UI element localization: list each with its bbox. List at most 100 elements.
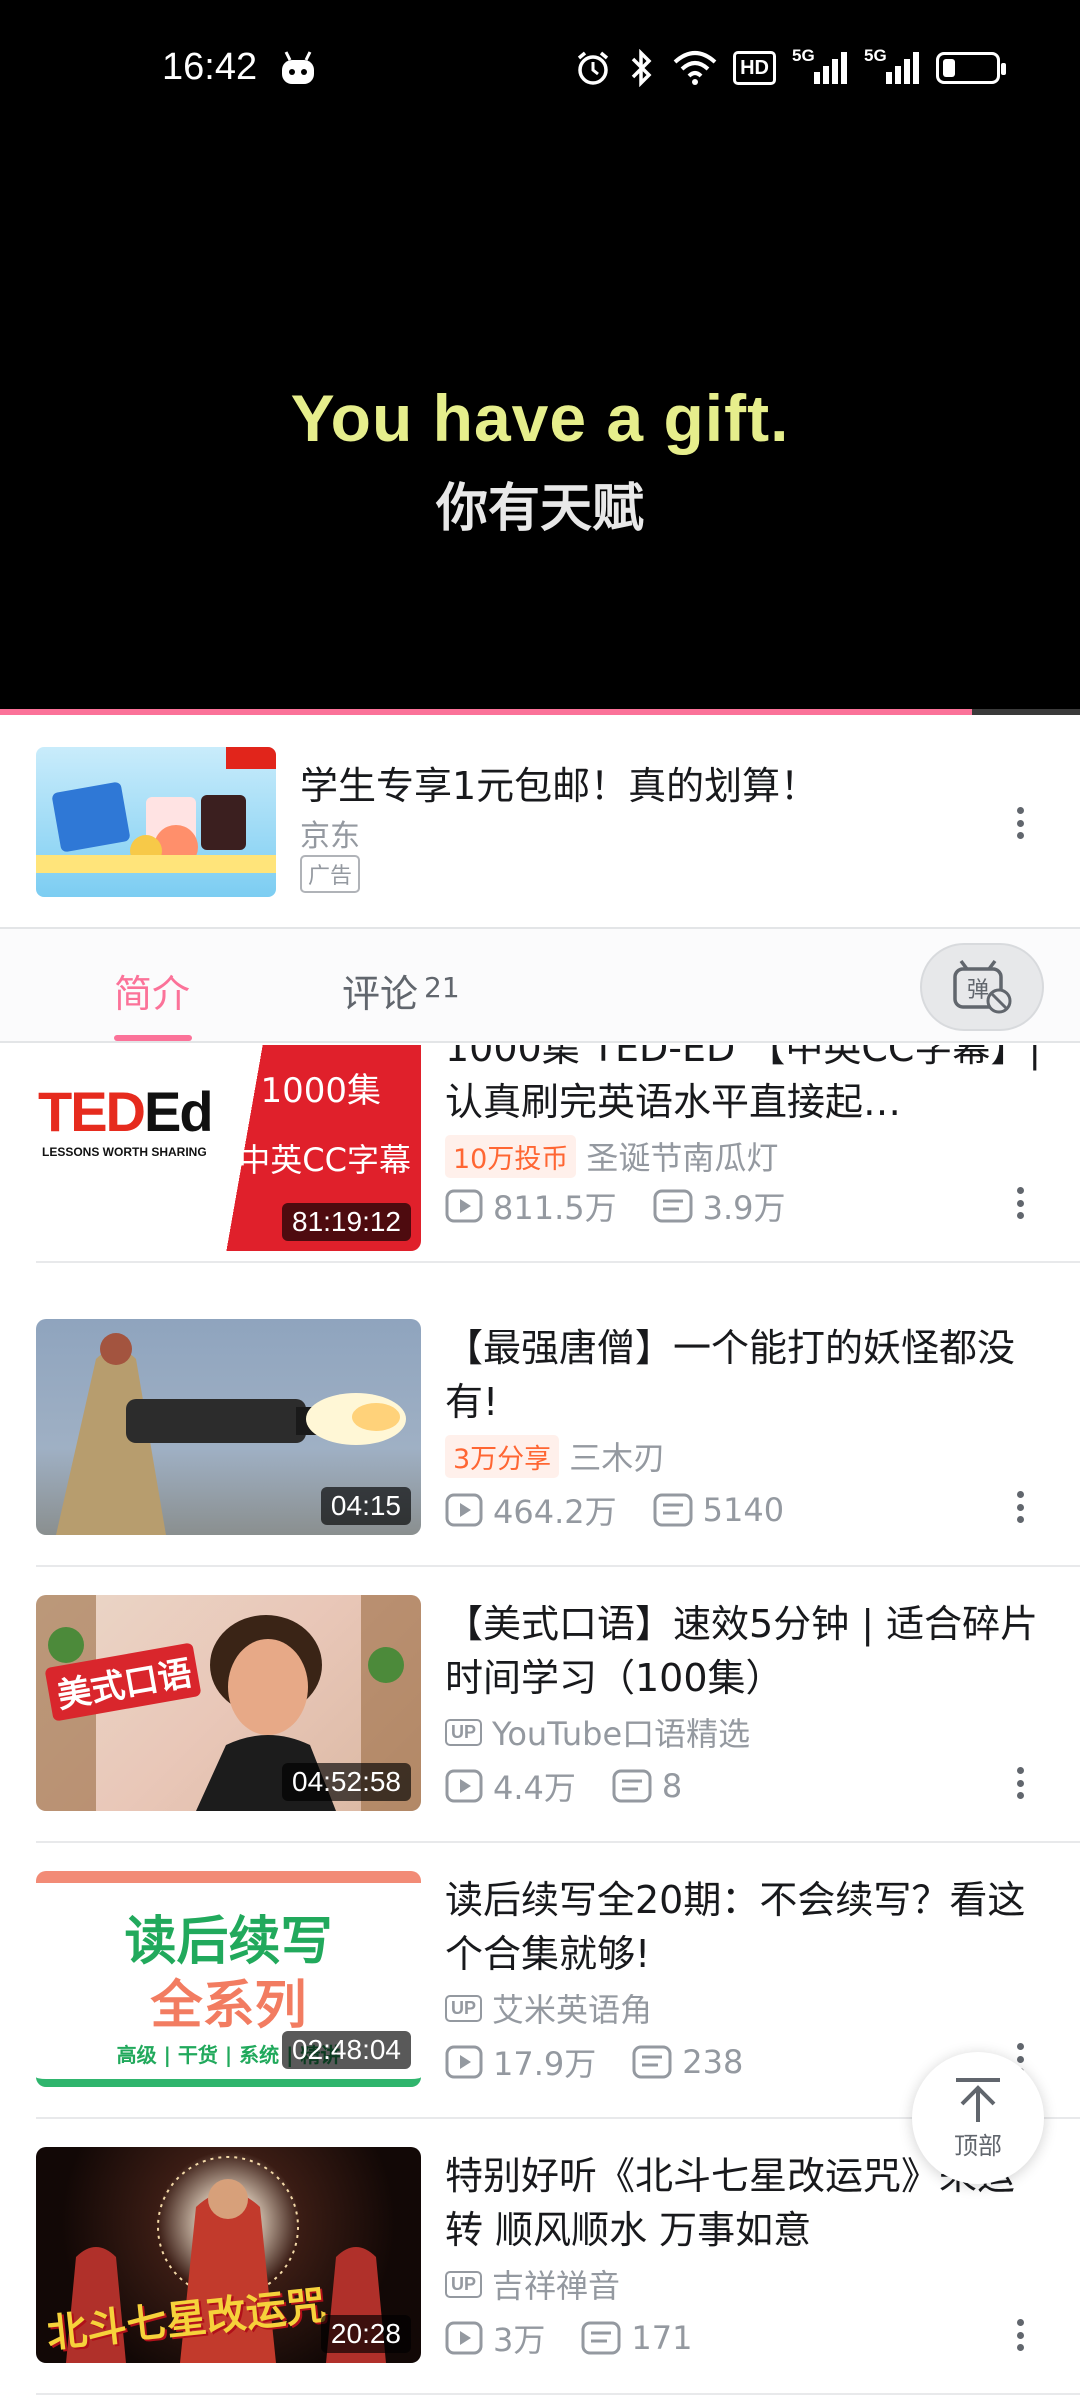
video-author[interactable]: 艾米英语角	[492, 1985, 652, 2031]
more-dot	[1016, 819, 1024, 827]
bluetooth-icon	[631, 49, 652, 87]
video-title[interactable]: 1000集 TED-ED 【中英CC字幕】| 认真刷完英语水平直接起…	[445, 1045, 1045, 1129]
danmaku-count: 8	[661, 1767, 683, 1805]
video-thumbnail[interactable]: TEDEd LESSONS WORTH SHARING 1000集 中英CC字幕…	[36, 1045, 421, 1251]
more-options-button[interactable]	[1010, 1763, 1030, 1803]
video-stats: 17.9万 238	[445, 2039, 779, 2085]
alarm-icon	[577, 51, 609, 85]
comment-count: 21	[424, 971, 460, 1005]
tab-comments[interactable]: 评论 21	[342, 963, 460, 1018]
tab-active-indicator	[114, 1035, 192, 1041]
video-author[interactable]: 三木刃	[569, 1433, 665, 1479]
danmaku-count: 5140	[702, 1491, 785, 1529]
danmaku-off-icon: 弹	[953, 959, 1012, 1014]
more-options-button[interactable]	[1010, 1183, 1030, 1223]
video-stats: 811.5万 3.9万	[445, 1183, 822, 1229]
danmaku-stat: 171	[581, 2319, 692, 2357]
video-duration: 20:28	[320, 2315, 411, 2353]
ad-badge: 广告	[300, 855, 361, 893]
signal-5g-icon: 5G	[864, 46, 920, 86]
up-badge: UP	[445, 2270, 483, 2298]
danmaku-count: 238	[682, 2043, 744, 2081]
danmaku-count-icon	[653, 1189, 693, 1223]
tab-comments-label: 评论	[342, 972, 419, 1016]
list-item[interactable]: 读后续写 全系列 高级 | 干货 | 系统 | 精讲 02:48:04 读后续写…	[0, 1843, 1080, 2119]
views-stat: 3万	[445, 2315, 545, 2361]
danmaku-count: 171	[631, 2319, 693, 2357]
play-count-icon	[445, 1189, 483, 1223]
back-to-top-button[interactable]: 顶部	[912, 2052, 1044, 2184]
tab-intro[interactable]: 简介	[114, 963, 190, 1018]
wifi-icon	[673, 51, 717, 85]
video-stats: 464.2万 5140	[445, 1487, 820, 1533]
video-title[interactable]: 【美式口语】速效5分钟 | 适合碎片时间学习（100集）	[445, 1597, 1045, 1705]
status-time: 16:42	[162, 46, 258, 88]
more-options-button[interactable]	[1010, 1487, 1030, 1527]
thumb-line-2: 全系列	[150, 1976, 307, 2036]
video-author[interactable]: 吉祥禅音	[492, 2261, 620, 2307]
play-count-icon	[445, 1493, 483, 1527]
thumb-slogan: LESSONS WORTH SHARING	[42, 1145, 207, 1159]
robot-icon	[282, 51, 314, 84]
list-divider	[36, 2393, 1080, 2395]
video-thumbnail[interactable]: 04:15	[36, 1319, 421, 1535]
danmaku-stat: 238	[632, 2043, 743, 2081]
ad-banner[interactable]: 学生专享1元包邮！真的划算！ 京东 广告	[0, 715, 1080, 927]
video-meta: 3万分享 三木刃	[445, 1433, 665, 1479]
video-duration: 02:48:04	[282, 2031, 411, 2069]
ad-title[interactable]: 学生专享1元包邮！真的划算！	[300, 755, 818, 810]
arrow-up-icon	[956, 2077, 1000, 2122]
battery-icon	[936, 52, 1006, 84]
video-player[interactable]: You have a gift. 你有天赋	[0, 130, 1080, 715]
up-badge: UP	[445, 1994, 483, 2022]
video-meta: UP 艾米英语角	[445, 1985, 652, 2031]
danmaku-count-icon	[653, 1493, 693, 1527]
related-video-list: TEDEd LESSONS WORTH SHARING 1000集 中英CC字幕…	[0, 1045, 1080, 2400]
views-stat: 464.2万	[445, 1487, 617, 1533]
views-stat: 4.4万	[445, 1763, 576, 1809]
list-item[interactable]: TEDEd LESSONS WORTH SHARING 1000集 中英CC字幕…	[0, 1045, 1080, 1291]
ad-thumbnail[interactable]	[36, 747, 276, 897]
danmaku-count-icon	[612, 1769, 652, 1803]
danmaku-stat: 5140	[653, 1491, 784, 1529]
view-count: 811.5万	[493, 1189, 617, 1227]
more-options-button[interactable]	[1010, 2315, 1030, 2355]
video-author[interactable]: 圣诞节南瓜灯	[586, 1133, 778, 1179]
view-count: 3万	[493, 2321, 546, 2359]
thumb-cc-label: 中英CC字幕	[238, 1141, 411, 1179]
video-thumbnail[interactable]: 读后续写 全系列 高级 | 干货 | 系统 | 精讲 02:48:04	[36, 1871, 421, 2087]
video-title[interactable]: 读后续写全20期：不会续写？看这个合集就够!	[445, 1873, 1045, 1981]
list-divider	[36, 1261, 1080, 1263]
video-thumbnail[interactable]: 美式口语 04:52:58	[36, 1595, 421, 1811]
subtitle-chinese: 你有天赋	[435, 479, 644, 539]
thumb-episode-count: 1000集	[260, 1071, 381, 1111]
list-item[interactable]: 美式口语 04:52:58 【美式口语】速效5分钟 | 适合碎片时间学习（100…	[0, 1567, 1080, 1843]
danmaku-count-icon	[632, 2045, 672, 2079]
danmaku-toggle-button[interactable]: 弹	[920, 943, 1044, 1031]
ad-source: 京东	[300, 819, 360, 854]
signal-5g-icon: 5G	[792, 46, 848, 86]
subtitle-english: You have a gift.	[290, 381, 790, 455]
video-meta: UP 吉祥禅音	[445, 2261, 620, 2307]
video-author[interactable]: YouTube口语精选	[492, 1709, 750, 1755]
video-tag: 3万分享	[445, 1434, 560, 1478]
tab-intro-label: 简介	[114, 972, 191, 1016]
ad-more-button[interactable]	[1010, 803, 1030, 843]
list-item[interactable]: 04:15 【最强唐僧】一个能打的妖怪都没有! 3万分享 三木刃 464.2万 …	[0, 1291, 1080, 1567]
danmaku-glyph: 弹	[967, 978, 989, 1003]
video-tag: 10万投币	[445, 1134, 577, 1178]
play-count-icon	[445, 1769, 483, 1803]
video-stats: 4.4万 8	[445, 1763, 718, 1809]
video-meta: UP YouTube口语精选	[445, 1709, 750, 1755]
video-thumbnail[interactable]: 北斗七星改运咒 20:28	[36, 2147, 421, 2363]
tab-bar: 简介 评论 21 弹	[0, 929, 1080, 1043]
more-dot	[1016, 832, 1024, 839]
hd-voice-icon: HD	[733, 51, 776, 85]
view-count: 17.9万	[493, 2045, 597, 2083]
view-count: 464.2万	[493, 1493, 617, 1531]
list-item[interactable]: 北斗七星改运咒 20:28 特别好听《北斗七星改运咒》来运转 顺风顺水 万事如意…	[0, 2119, 1080, 2395]
video-title[interactable]: 【最强唐僧】一个能打的妖怪都没有!	[445, 1321, 1045, 1429]
thumb-brand: TEDEd	[38, 1080, 214, 1143]
play-count-icon	[445, 2045, 483, 2079]
danmaku-count-icon	[581, 2321, 621, 2355]
